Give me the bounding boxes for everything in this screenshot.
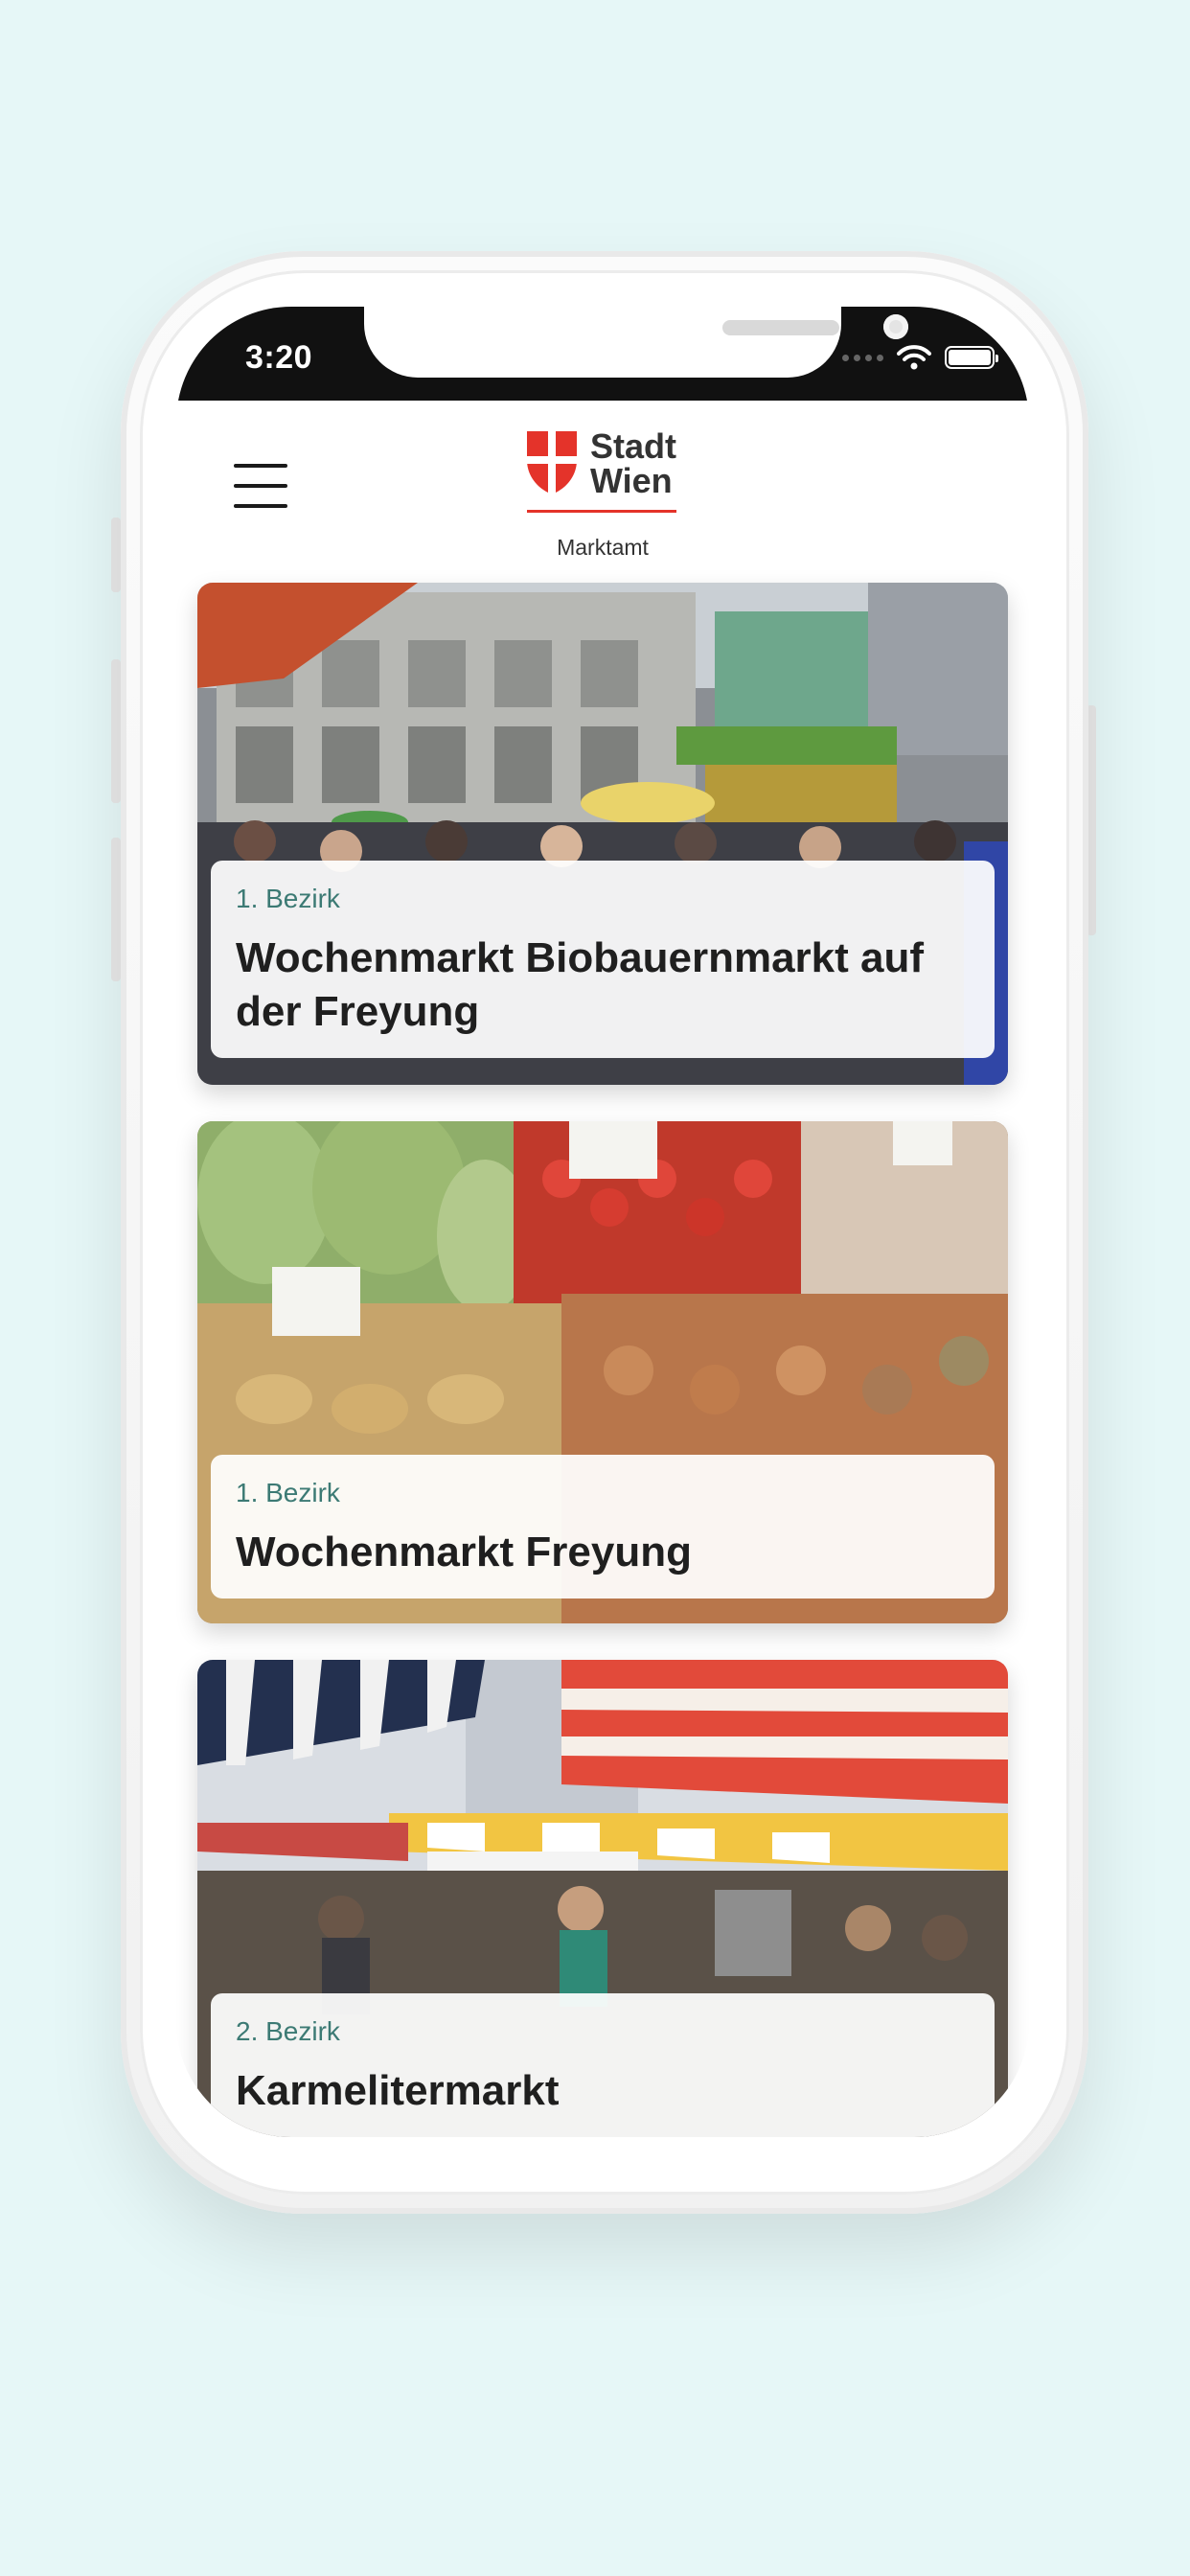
- header-subtitle: Marktamt: [557, 535, 649, 560]
- market-district: 2. Bezirk: [236, 2016, 340, 2046]
- status-time: 3:20: [245, 339, 313, 376]
- app-header: Stadt Wien Marktamt: [176, 401, 1029, 583]
- cellular-signal-icon: [842, 354, 883, 361]
- market-title: Wochenmarkt Freyung: [236, 1529, 692, 1576]
- vienna-shield-icon: [527, 431, 577, 493]
- market-card[interactable]: 2. Bezirk Karmelitermarkt: [197, 1660, 1008, 2137]
- hamburger-menu-icon[interactable]: [234, 464, 287, 508]
- market-card-caption: 1. Bezirk Wochenmarkt Freyung: [211, 1455, 995, 1598]
- earpiece-speaker: [722, 320, 839, 335]
- phone-volume-down-button: [111, 838, 121, 981]
- phone-volume-up-button: [111, 659, 121, 803]
- market-card-caption: 1. Bezirk Wochenmarkt Biobauernmarkt auf…: [211, 861, 995, 1058]
- logo-underline: [527, 510, 676, 513]
- battery-icon: [945, 346, 998, 369]
- market-title: Karmelitermarkt: [236, 2067, 560, 2114]
- front-camera: [883, 314, 908, 339]
- market-card[interactable]: 1. Bezirk Wochenmarkt Freyung: [197, 1121, 1008, 1623]
- phone-silent-switch: [111, 518, 121, 592]
- market-district: 1. Bezirk: [236, 1478, 340, 1507]
- wifi-icon: [897, 345, 931, 370]
- market-card[interactable]: 1. Bezirk Wochenmarkt Biobauernmarkt auf…: [197, 583, 1008, 1085]
- notch: [364, 307, 908, 378]
- status-icons: [842, 345, 998, 370]
- logo-line-2: Wien: [590, 461, 673, 500]
- app-screen: 3:20 Stadt Wien Marktamt 1. Bezirk Woche…: [176, 307, 1029, 2137]
- stadt-wien-logo[interactable]: Stadt Wien: [527, 429, 680, 525]
- market-card-caption: 2. Bezirk Karmelitermarkt: [211, 1993, 995, 2137]
- logo-line-1: Stadt: [590, 426, 676, 466]
- market-title: Wochenmarkt Biobauernmarkt auf der Freyu…: [236, 934, 925, 1035]
- logo-wordmark: Stadt Wien: [590, 429, 676, 498]
- market-district: 1. Bezirk: [236, 884, 340, 913]
- status-bar: 3:20: [176, 307, 1029, 401]
